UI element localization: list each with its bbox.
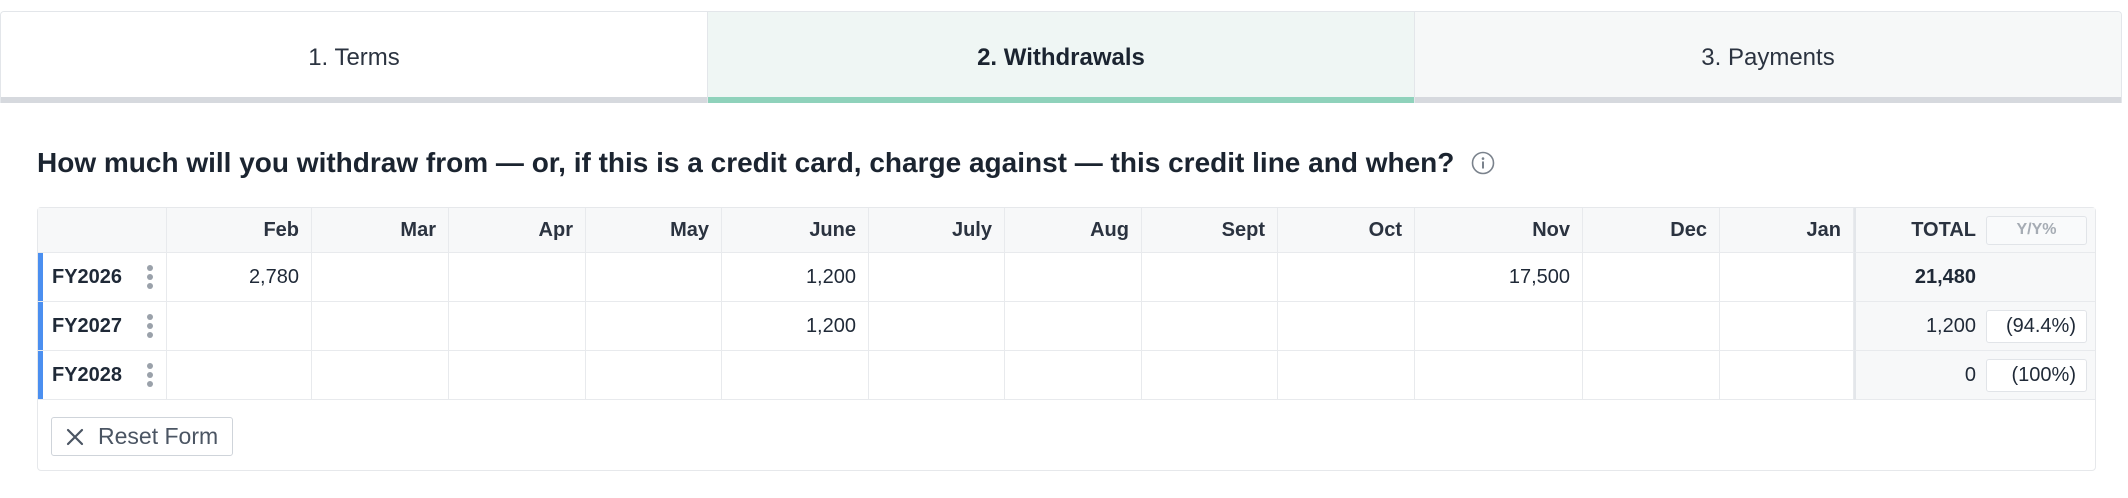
kebab-menu-icon[interactable] (146, 362, 154, 388)
amount-cell[interactable] (1583, 351, 1720, 400)
header-month: May (586, 208, 722, 253)
header-month: Oct (1278, 208, 1415, 253)
row-total-value: 0 (1964, 363, 1976, 386)
row-total-value: 1,200 (1925, 314, 1976, 337)
amount-cell[interactable]: 17,500 (1415, 253, 1583, 302)
row-year-label: FY2026 (52, 265, 123, 288)
amount-cell[interactable] (449, 302, 586, 351)
amount-cell[interactable] (1415, 351, 1583, 400)
tab-label: 2. Withdrawals (977, 43, 1145, 71)
yoy-change-value: (94.4%) (1986, 309, 2087, 343)
reset-form-button[interactable]: Reset Form (51, 417, 234, 456)
amount-cell[interactable]: 1,200 (722, 302, 869, 351)
amount-cell[interactable] (586, 351, 722, 400)
question-heading: How much will you withdraw from — or, if… (37, 143, 1496, 183)
amount-cell[interactable] (1142, 351, 1278, 400)
amount-cell[interactable] (1142, 302, 1278, 351)
tab-indicator-active (708, 97, 1414, 103)
header-month: Dec (1583, 208, 1720, 253)
amount-cell[interactable] (869, 351, 1005, 400)
amount-cell[interactable]: 2,780 (167, 253, 312, 302)
amount-cell[interactable] (312, 351, 449, 400)
amount-cell[interactable] (722, 351, 869, 400)
row-year-label: FY2027 (52, 314, 123, 337)
header-month: Feb (167, 208, 312, 253)
amount-cell[interactable] (1720, 253, 1854, 302)
withdrawals-table: Feb Mar Apr May June July Aug Sept Oct N… (38, 208, 2095, 400)
amount-cell[interactable] (1005, 302, 1142, 351)
amount-cell[interactable]: 1,200 (722, 253, 869, 302)
kebab-menu-icon[interactable] (146, 264, 154, 290)
amount-cell[interactable] (869, 253, 1005, 302)
amount-cell[interactable] (1142, 253, 1278, 302)
amount-cell[interactable] (1583, 253, 1720, 302)
header-month: June (722, 208, 869, 253)
amount-cell[interactable] (167, 302, 312, 351)
tab-payments[interactable]: 3. Payments (1414, 12, 2121, 103)
amount-cell[interactable] (167, 351, 312, 400)
header-month: Apr (449, 208, 586, 253)
question-text: How much will you withdraw from — or, if… (37, 147, 1455, 178)
amount-cell[interactable] (312, 253, 449, 302)
tab-withdrawals[interactable]: 2. Withdrawals (707, 12, 1414, 103)
header-month: Jan (1720, 208, 1854, 253)
yoy-change-value (1986, 261, 2087, 294)
header-month: Aug (1005, 208, 1142, 253)
amount-cell[interactable] (869, 302, 1005, 351)
withdrawals-card: Feb Mar Apr May June July Aug Sept Oct N… (37, 207, 2096, 471)
amount-cell[interactable] (449, 351, 586, 400)
tab-label: 1. Terms (308, 43, 400, 71)
amount-cell[interactable] (1278, 302, 1415, 351)
amount-cell[interactable] (586, 302, 722, 351)
close-icon (66, 428, 84, 445)
withdrawals-page: 1. Terms 2. Withdrawals 3. Payments How … (0, 0, 2128, 498)
row-total-cell: 1,200 (94.4%) (1854, 302, 2095, 351)
reset-form-label: Reset Form (98, 423, 219, 449)
tab-indicator (1415, 97, 2121, 103)
amount-cell[interactable] (1005, 253, 1142, 302)
tab-terms[interactable]: 1. Terms (1, 12, 707, 103)
row-total-cell: 21,480 (1854, 253, 2095, 302)
row-label-fy2026: FY2026 (38, 253, 167, 302)
header-month: Mar (312, 208, 449, 253)
amount-cell[interactable] (1583, 302, 1720, 351)
header-month: Nov (1415, 208, 1583, 253)
amount-cell[interactable] (1278, 253, 1415, 302)
header-month: Sept (1142, 208, 1278, 253)
tab-label: 3. Payments (1701, 43, 1835, 71)
info-circle-icon[interactable] (1470, 150, 1496, 176)
header-corner (38, 208, 167, 253)
row-label-fy2028: FY2028 (38, 351, 167, 400)
kebab-menu-icon[interactable] (146, 313, 154, 339)
step-tabs: 1. Terms 2. Withdrawals 3. Payments (0, 11, 2122, 103)
yoy-change-value: (100%) (1986, 358, 2087, 392)
amount-cell[interactable] (312, 302, 449, 351)
amount-cell[interactable] (1278, 351, 1415, 400)
row-total-cell: 0 (100%) (1854, 351, 2095, 400)
amount-cell[interactable] (1415, 302, 1583, 351)
row-label-fy2027: FY2027 (38, 302, 167, 351)
amount-cell[interactable] (1720, 302, 1854, 351)
amount-cell[interactable] (586, 253, 722, 302)
yoy-header-field: Y/Y% (1986, 215, 2087, 245)
total-header-label: TOTAL (1911, 218, 1976, 241)
row-year-label: FY2028 (52, 363, 123, 386)
header-total: TOTAL Y/Y% (1854, 208, 2095, 253)
amount-cell[interactable] (1005, 351, 1142, 400)
header-month: July (869, 208, 1005, 253)
tab-indicator (1, 97, 707, 103)
amount-cell[interactable] (1720, 351, 1854, 400)
amount-cell[interactable] (449, 253, 586, 302)
row-total-value: 21,480 (1914, 265, 1976, 288)
